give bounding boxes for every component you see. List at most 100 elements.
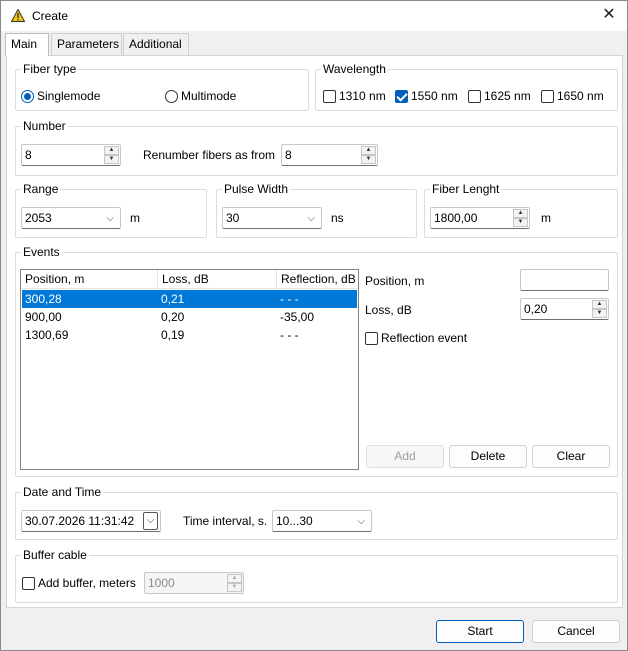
wavelength-1550-label: 1550 nm xyxy=(411,89,458,103)
range-dropdown[interactable]: 2053 ⌵ xyxy=(21,207,121,229)
tab-additional[interactable]: Additional xyxy=(123,33,189,55)
window-title: Create xyxy=(32,9,69,23)
number-group: Number 8 ▲ ▼ Renumber fibers as from 8 ▲… xyxy=(15,119,618,176)
row-reflection: - - - xyxy=(280,328,299,342)
multimode-radio[interactable] xyxy=(165,90,178,103)
number-down-arrow-icon[interactable]: ▼ xyxy=(104,155,119,164)
row-reflection: - - - xyxy=(280,292,299,306)
wavelength-1625-checkbox[interactable] xyxy=(468,90,481,103)
wavelength-1625-label: 1625 nm xyxy=(484,89,531,103)
range-value: 2053 xyxy=(25,211,52,225)
buffer-length-spinbox[interactable]: 1000 ▲ ▼ xyxy=(144,572,244,594)
wavelength-1550-checkbox[interactable] xyxy=(395,90,408,103)
table-row[interactable]: 900,00 0,20 -35,00 xyxy=(22,308,357,326)
date-time-picker[interactable]: 30.07.2026 11:31:42 ⌵ xyxy=(21,510,161,532)
event-loss-spinbox[interactable]: 0,20 ▲ ▼ xyxy=(520,298,609,320)
reflection-event-label: Reflection event xyxy=(381,331,468,345)
renumber-up-arrow-icon[interactable]: ▲ xyxy=(361,146,376,155)
row-loss: 0,21 xyxy=(161,292,185,306)
time-interval-label: Time interval, s. xyxy=(183,514,268,528)
fiber-type-group: Fiber type Singlemode Multimode xyxy=(15,62,309,111)
wavelength-1650-label: 1650 nm xyxy=(557,89,604,103)
events-list[interactable]: Position, m Loss, dB Reflection, dB 300,… xyxy=(20,269,359,470)
range-label: Range xyxy=(21,182,61,196)
column-header-loss[interactable]: Loss, dB xyxy=(158,270,277,289)
calendar-dropdown-icon[interactable]: ⌵ xyxy=(143,512,158,530)
column-header-position[interactable]: Position, m xyxy=(21,270,158,289)
number-label: Number xyxy=(21,119,68,133)
fiber-length-spinbox[interactable]: 1800,00 ▲ ▼ xyxy=(430,207,530,229)
table-row[interactable]: 300,28 0,21 - - - xyxy=(22,290,357,308)
fiber-type-label: Fiber type xyxy=(21,62,79,76)
event-loss-label: Loss, dB xyxy=(365,303,412,317)
events-label: Events xyxy=(21,245,62,259)
warning-triangle-icon xyxy=(11,9,25,22)
tab-parameters[interactable]: Parameters xyxy=(51,33,122,55)
buffer-up-arrow-icon[interactable]: ▲ xyxy=(227,574,242,583)
date-time-group: Date and Time 30.07.2026 11:31:42 ⌵ Time… xyxy=(15,485,618,540)
renumber-down-arrow-icon[interactable]: ▼ xyxy=(361,155,376,164)
buffer-down-arrow-icon[interactable]: ▼ xyxy=(227,583,242,592)
clear-button[interactable]: Clear xyxy=(532,445,610,468)
event-position-input[interactable] xyxy=(520,269,609,291)
pulse-width-label: Pulse Width xyxy=(222,182,291,196)
create-dialog: Create ✕ Main Parameters Additional Fibe… xyxy=(0,0,628,651)
singlemode-label: Singlemode xyxy=(37,89,101,103)
row-reflection: -35,00 xyxy=(280,310,315,324)
fiber-length-value: 1800,00 xyxy=(434,211,478,225)
pulse-width-unit: ns xyxy=(331,211,344,225)
chevron-down-icon: ⌵ xyxy=(106,213,114,224)
events-list-header: Position, m Loss, dB Reflection, dB xyxy=(21,270,358,289)
wavelength-1310-checkbox[interactable] xyxy=(323,90,336,103)
cancel-button[interactable]: Cancel xyxy=(532,620,620,643)
delete-button[interactable]: Delete xyxy=(449,445,527,468)
date-time-value: 30.07.2026 11:31:42 xyxy=(25,514,135,528)
singlemode-radio[interactable] xyxy=(21,90,34,103)
column-header-reflection[interactable]: Reflection, dB xyxy=(277,270,358,289)
number-spinbox[interactable]: 8 ▲ ▼ xyxy=(21,144,121,166)
title-bar: Create ✕ xyxy=(1,1,627,31)
number-up-arrow-icon[interactable]: ▲ xyxy=(104,146,119,155)
pulse-width-value: 30 xyxy=(226,211,240,225)
wavelength-1650-checkbox[interactable] xyxy=(541,90,554,103)
close-button[interactable]: ✕ xyxy=(599,5,619,25)
event-loss-up-arrow-icon[interactable]: ▲ xyxy=(592,300,607,309)
multimode-label: Multimode xyxy=(181,89,237,103)
date-time-label: Date and Time xyxy=(21,485,104,499)
range-unit: m xyxy=(130,211,140,225)
time-interval-value: 10...30 xyxy=(276,514,313,528)
row-position: 1300,69 xyxy=(25,328,69,342)
add-button[interactable]: Add xyxy=(366,445,444,468)
fiber-length-unit: m xyxy=(541,211,551,225)
event-position-label: Position, m xyxy=(365,274,425,288)
row-loss: 0,19 xyxy=(161,328,185,342)
renumber-label: Renumber fibers as from xyxy=(143,148,276,162)
fiber-length-up-arrow-icon[interactable]: ▲ xyxy=(513,209,528,218)
buffer-cable-group: Buffer cable Add buffer, meters 1000 ▲ ▼ xyxy=(15,548,618,603)
table-row[interactable]: 1300,69 0,19 - - - xyxy=(22,326,357,344)
row-position: 900,00 xyxy=(25,310,62,324)
row-loss: 0,20 xyxy=(161,310,185,324)
add-buffer-checkbox[interactable] xyxy=(22,577,35,590)
wavelength-group: Wavelength 1310 nm 1550 nm 1625 nm 1650 … xyxy=(315,62,618,111)
pulse-width-group: Pulse Width 30 ⌵ ns xyxy=(216,182,417,238)
reflection-event-checkbox[interactable] xyxy=(365,332,378,345)
event-loss-down-arrow-icon[interactable]: ▼ xyxy=(592,309,607,318)
event-loss-value: 0,20 xyxy=(524,302,548,316)
buffer-cable-label: Buffer cable xyxy=(21,548,89,562)
renumber-spinbox[interactable]: 8 ▲ ▼ xyxy=(281,144,378,166)
pulse-width-dropdown[interactable]: 30 ⌵ xyxy=(222,207,322,229)
time-interval-dropdown[interactable]: 10...30 ⌵ xyxy=(272,510,372,532)
start-button[interactable]: Start xyxy=(436,620,524,643)
fiber-length-group: Fiber Lenght 1800,00 ▲ ▼ m xyxy=(424,182,618,238)
row-position: 300,28 xyxy=(25,292,62,306)
number-value: 8 xyxy=(25,148,32,162)
wavelength-1310-label: 1310 nm xyxy=(339,89,386,103)
buffer-length-value: 1000 xyxy=(148,576,175,590)
add-buffer-label: Add buffer, meters xyxy=(38,576,136,590)
fiber-length-down-arrow-icon[interactable]: ▼ xyxy=(513,218,528,227)
tab-main[interactable]: Main xyxy=(5,33,49,56)
wavelength-label: Wavelength xyxy=(321,62,388,76)
range-group: Range 2053 ⌵ m xyxy=(15,182,207,238)
renumber-value: 8 xyxy=(285,148,292,162)
